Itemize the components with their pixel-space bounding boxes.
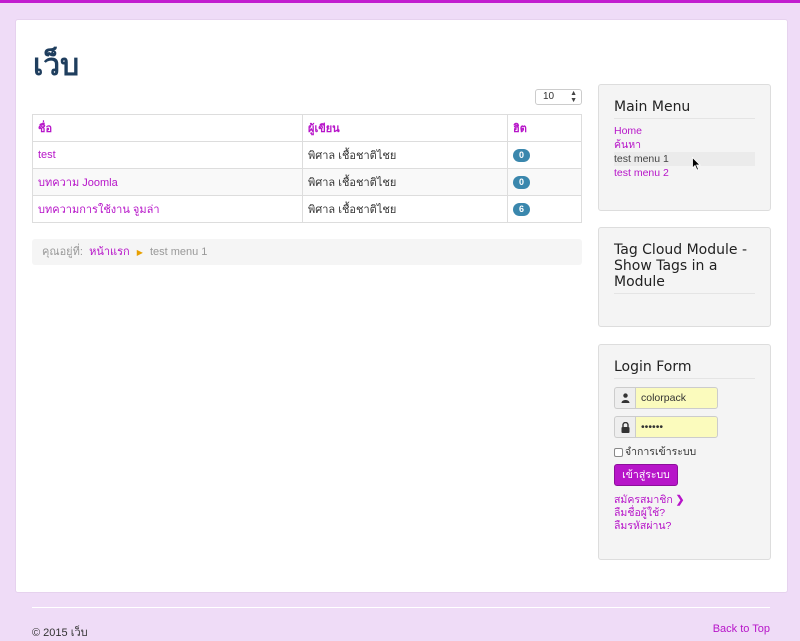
breadcrumb-separator-icon: ▶: [136, 248, 143, 257]
table-cell-title: บทความการใช้งาน จูมล่า: [32, 195, 303, 223]
password-field: ••••••: [614, 416, 718, 438]
hits-badge: 6: [513, 202, 531, 216]
table-row: บทความ Joomla พิศาล เชื้อชาติไชย 0: [32, 168, 582, 196]
column-header-hits[interactable]: ฮิต: [507, 114, 582, 142]
remember-me: จำการเข้าระบบ: [614, 444, 755, 460]
table-cell-title: บทความ Joomla: [32, 168, 303, 196]
table-row: บทความการใช้งาน จูมล่า พิศาล เชื้อชาติไช…: [32, 195, 582, 223]
table-cell-author: พิศาล เชื้อชาติไชย: [302, 168, 508, 196]
register-link[interactable]: สมัครสมาชิก ❯: [614, 494, 755, 507]
register-label: สมัครสมาชิก: [614, 494, 673, 506]
column-header-title[interactable]: ชื่อ: [32, 114, 303, 142]
remember-me-label: จำการเข้าระบบ: [625, 446, 697, 458]
login-button[interactable]: เข้าสู่ระบบ: [614, 464, 678, 486]
list-limit-select[interactable]: 10 ▲ ▼: [535, 89, 582, 105]
breadcrumb-current: test menu 1: [149, 246, 208, 258]
table-cell-title: test: [32, 141, 303, 169]
forgot-username-link[interactable]: ลืมชื่อผู้ใช้?: [614, 507, 755, 520]
back-to-top-link[interactable]: Back to Top: [713, 623, 770, 635]
hits-badge: 0: [513, 175, 531, 189]
tag-cloud-module: Tag Cloud Module - Show Tags in a Module: [598, 227, 771, 327]
remember-me-checkbox[interactable]: [614, 447, 623, 457]
menu-item-test-menu-1[interactable]: test menu 1: [614, 152, 755, 166]
articles-table: ชื่อ ผู้เขียน ฮิต test พิศาล เชื้อชาติไช…: [32, 114, 582, 223]
article-link[interactable]: บทความ Joomla: [38, 177, 118, 189]
table-cell-author: พิศาล เชื้อชาติไชย: [302, 195, 508, 223]
site-title: เว็บ: [33, 48, 80, 83]
table-cell-author: พิศาล เชื้อชาติไชย: [302, 141, 508, 169]
password-input[interactable]: ••••••: [635, 416, 718, 438]
username-input[interactable]: colorpack: [635, 387, 718, 409]
select-arrows-icon: ▲ ▼: [570, 90, 577, 104]
forgot-password-link[interactable]: ลืมรหัสผ่าน?: [614, 520, 755, 533]
user-icon: [614, 387, 635, 409]
table-cell-hits: 6: [507, 195, 582, 223]
main-menu-module: Main Menu Home ค้นหา test menu 1 test me…: [598, 84, 771, 211]
menu-item-search[interactable]: ค้นหา: [614, 138, 755, 152]
table-row: test พิศาล เชื้อชาติไชย 0: [32, 141, 582, 169]
username-field: colorpack: [614, 387, 718, 409]
table-cell-hits: 0: [507, 141, 582, 169]
login-form-title: Login Form: [614, 359, 755, 379]
copyright-text: © 2015 เว็บ: [32, 627, 88, 639]
article-link[interactable]: บทความการใช้งาน จูมล่า: [38, 204, 160, 216]
main-menu-list: Home ค้นหา test menu 1 test menu 2: [614, 124, 755, 180]
page-container: เว็บ 10 ▲ ▼ ชื่อ ผู้เขียน ฮิต test พิศาล …: [15, 19, 788, 593]
breadcrumb-home-link[interactable]: หน้าแรก: [89, 246, 130, 258]
menu-item-home[interactable]: Home: [614, 124, 755, 138]
breadcrumb-label: คุณอยู่ที่:: [42, 246, 83, 258]
footer-divider: [32, 607, 770, 608]
article-link[interactable]: test: [38, 149, 56, 161]
mouse-cursor-icon: [692, 157, 701, 171]
breadcrumb: คุณอยู่ที่: หน้าแรก ▶ test menu 1: [32, 239, 582, 265]
table-header-row: ชื่อ ผู้เขียน ฮิต: [32, 114, 582, 142]
login-form-module: Login Form colorpack •••••• จำการเข้าระบ…: [598, 344, 771, 560]
main-menu-title: Main Menu: [614, 99, 755, 119]
tag-cloud-title: Tag Cloud Module - Show Tags in a Module: [614, 242, 755, 294]
hits-badge: 0: [513, 148, 531, 162]
login-links: สมัครสมาชิก ❯ ลืมชื่อผู้ใช้? ลืมรหัสผ่าน…: [614, 494, 755, 533]
column-header-author[interactable]: ผู้เขียน: [302, 114, 508, 142]
list-limit-value: 10: [543, 91, 555, 102]
table-cell-hits: 0: [507, 168, 582, 196]
lock-icon: [614, 416, 635, 438]
chevron-right-icon: ❯: [675, 494, 685, 506]
menu-item-test-menu-2[interactable]: test menu 2: [614, 166, 755, 180]
